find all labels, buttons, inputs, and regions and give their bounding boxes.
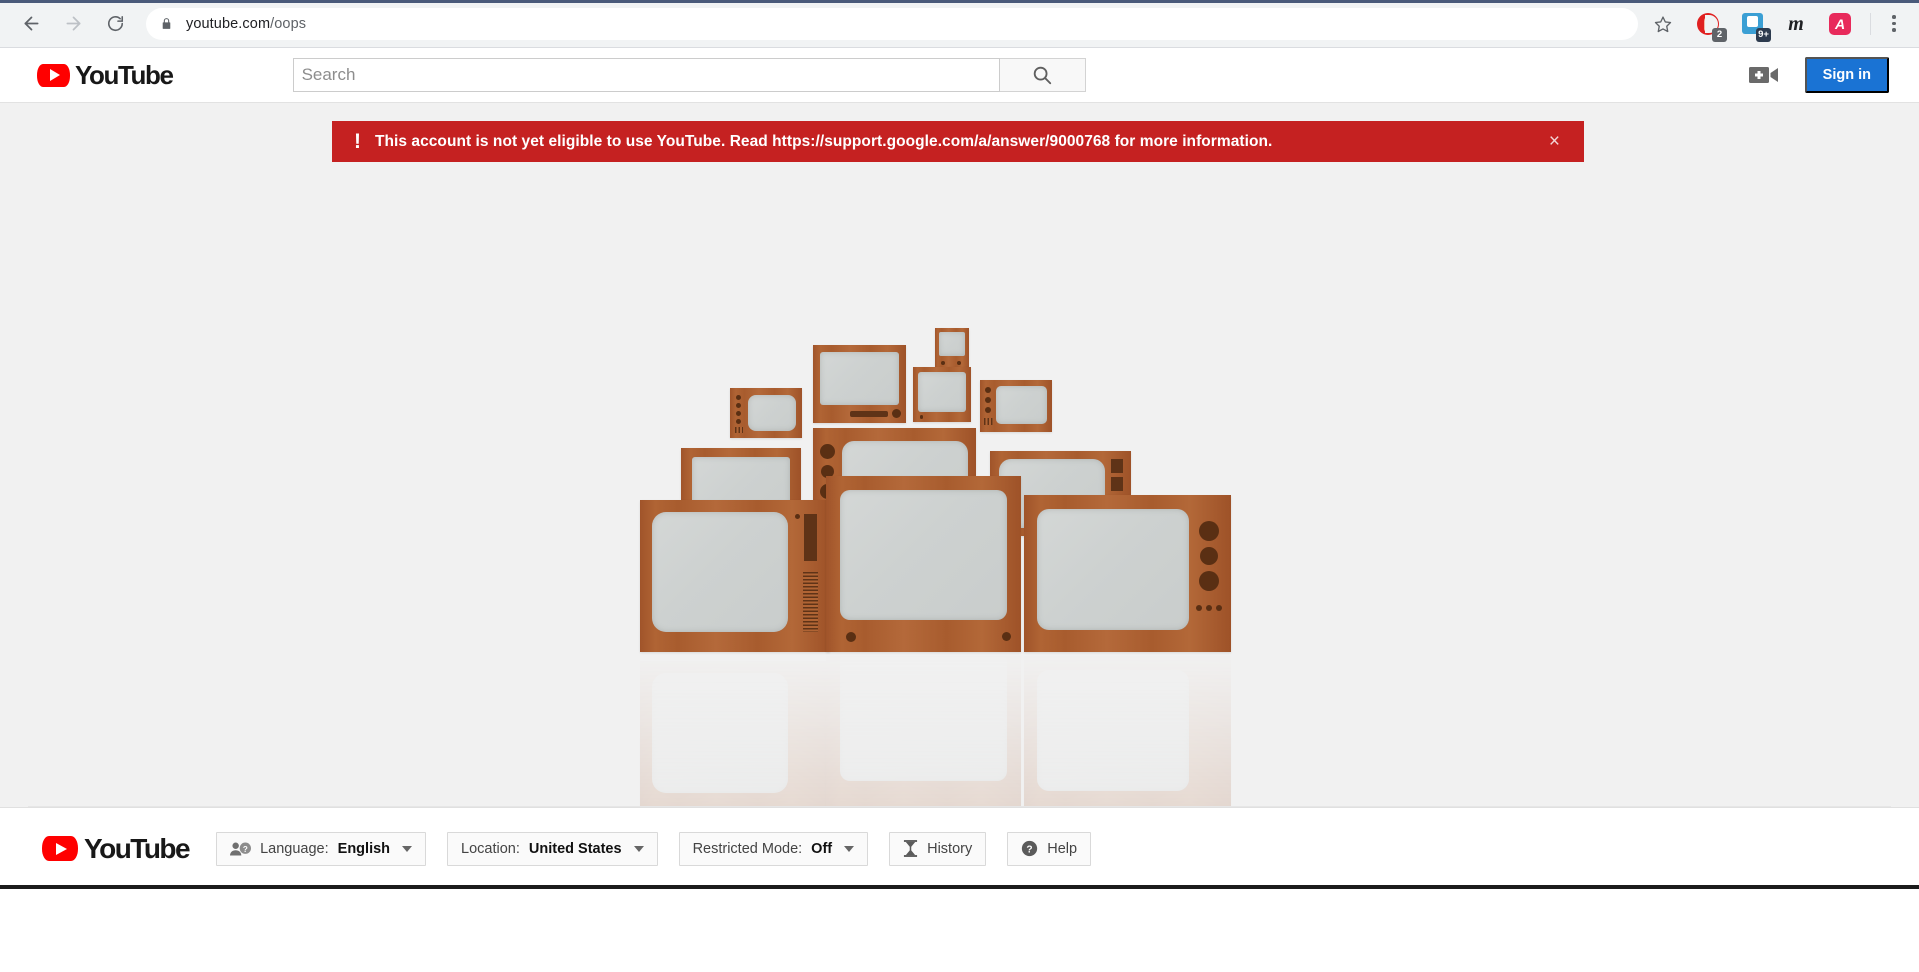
url-domain: youtube.com <box>186 15 271 32</box>
tv-bottom-right <box>1023 495 1231 652</box>
back-button[interactable] <box>13 6 49 42</box>
history-button-label: History <box>927 840 973 857</box>
bookmark-button[interactable] <box>1646 7 1680 41</box>
viewport-bottom-edge <box>0 885 1919 889</box>
window-top-edge <box>0 0 1919 3</box>
search-input[interactable] <box>292 58 1000 92</box>
youtube-footer: YouTube ? Language: English Location: Un… <box>0 807 1919 889</box>
history-button[interactable]: History <box>889 831 987 866</box>
extension-badge: 2 <box>1712 27 1727 42</box>
error-banner: ! This account is not yet eligible to us… <box>332 121 1584 162</box>
kebab-dot <box>1892 21 1896 26</box>
forward-button[interactable] <box>55 6 91 42</box>
reload-button[interactable] <box>97 6 133 42</box>
location-button-value: United States <box>528 840 622 857</box>
search-bar <box>292 58 1086 92</box>
lock-icon <box>160 16 173 31</box>
m-icon: m <box>1788 12 1804 35</box>
language-button-label: Language: <box>260 840 329 857</box>
tv-left-knobs <box>729 388 802 438</box>
youtube-play-icon <box>37 63 70 87</box>
location-button[interactable]: Location: United States <box>447 831 658 866</box>
upload-video-button[interactable] <box>1748 64 1779 86</box>
help-button[interactable]: ? Help <box>1007 831 1092 866</box>
video-camera-plus-icon <box>1748 67 1778 83</box>
url-path: /oops <box>270 15 307 32</box>
error-banner-message: This account is not yet eligible to use … <box>375 132 1273 150</box>
header-actions: Sign in <box>1748 56 1889 94</box>
youtube-play-icon <box>42 836 78 861</box>
tv-bottom-center <box>825 476 1021 652</box>
browser-menu-button[interactable] <box>1879 9 1909 39</box>
kebab-dot <box>1892 15 1896 19</box>
extension-red-hand-button[interactable]: 2 <box>1691 9 1727 42</box>
tv-bottom-left <box>639 500 830 652</box>
arrow-left-icon <box>24 16 38 31</box>
restricted-mode-button[interactable]: Restricted Mode: Off <box>678 831 869 866</box>
extension-blue-save-button[interactable]: 9+ <box>1735 9 1771 42</box>
sign-in-button[interactable]: Sign in <box>1804 56 1889 94</box>
tv-right-knobs <box>979 380 1052 432</box>
arrow-right-icon <box>66 16 80 31</box>
exclamation-icon: ! <box>354 130 361 153</box>
kebab-dot <box>1892 28 1896 32</box>
search-button[interactable] <box>999 58 1086 92</box>
close-icon[interactable]: × <box>1549 132 1560 151</box>
location-button-label: Location: <box>461 840 520 857</box>
chevron-down-icon <box>633 845 644 852</box>
tv-upper-left <box>812 345 906 423</box>
question-circle-icon: ? <box>1022 840 1038 857</box>
browser-toolbar: youtube.com/oops 2 9+ m A <box>0 0 1919 48</box>
restricted-mode-button-label: Restricted Mode: <box>692 840 803 857</box>
youtube-logo-text: YouTube <box>75 59 174 90</box>
tv-reflection <box>620 637 1300 813</box>
footer-youtube-logo-text: YouTube <box>84 832 191 864</box>
chevron-down-icon <box>402 845 413 852</box>
browser-toolbar-actions: 2 9+ m A <box>1646 7 1909 42</box>
people-question-icon: ? <box>230 842 252 855</box>
chevron-down-icon <box>844 845 855 852</box>
svg-text:?: ? <box>243 844 248 853</box>
search-icon <box>1033 66 1052 85</box>
language-button[interactable]: ? Language: English <box>216 831 427 866</box>
tv-top-right-small <box>912 367 971 422</box>
address-bar[interactable]: youtube.com/oops <box>146 7 1638 40</box>
restricted-mode-button-value: Off <box>811 840 833 857</box>
extension-m-button[interactable]: m <box>1779 9 1813 39</box>
youtube-logo-link[interactable]: YouTube <box>37 59 174 91</box>
extension-pink-a-button[interactable]: A <box>1823 9 1857 39</box>
page-content: ! This account is not yet eligible to us… <box>0 103 1919 889</box>
reload-icon <box>107 16 123 32</box>
help-button-label: Help <box>1047 840 1078 857</box>
star-icon <box>1654 15 1672 32</box>
youtube-header: YouTube Sign in <box>0 48 1919 103</box>
language-button-value: English <box>337 840 391 857</box>
svg-text:?: ? <box>1027 844 1033 855</box>
hourglass-icon <box>904 840 918 857</box>
extension-badge: 9+ <box>1756 27 1771 42</box>
pink-a-icon: A <box>1829 12 1851 35</box>
toolbar-divider <box>1870 12 1871 35</box>
url-text: youtube.com/oops <box>186 16 306 32</box>
footer-youtube-logo-link[interactable]: YouTube <box>42 832 191 865</box>
